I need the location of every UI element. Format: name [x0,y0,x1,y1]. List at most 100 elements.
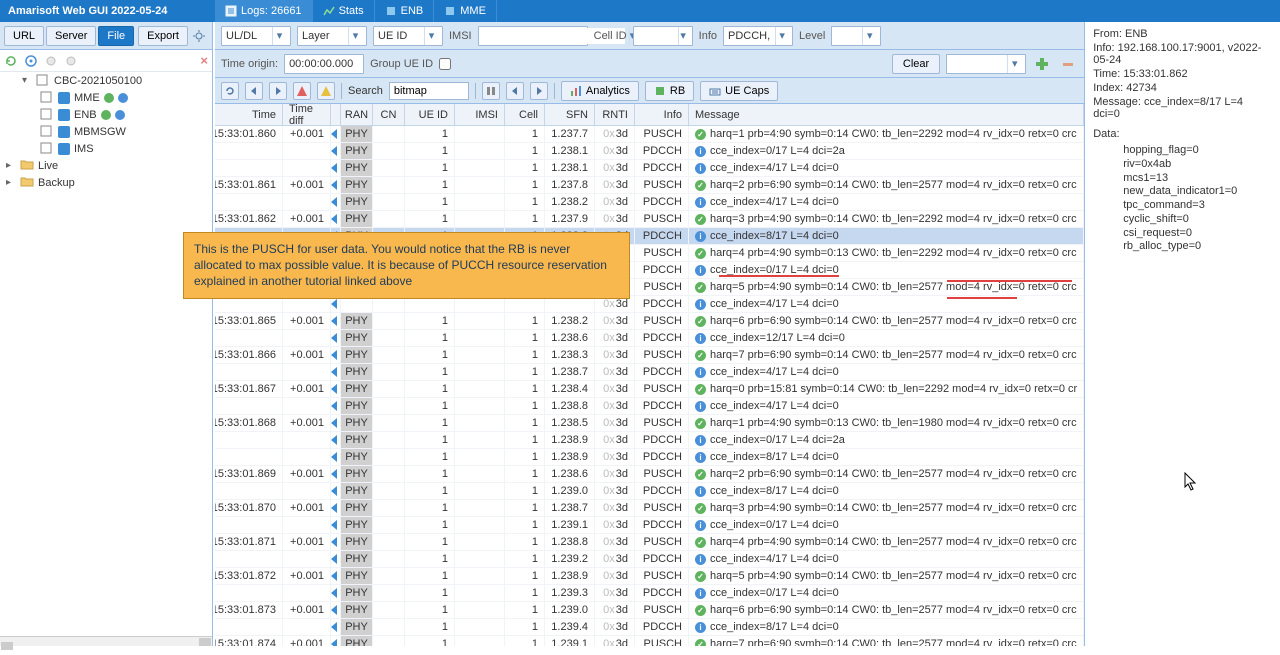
table-row[interactable]: PHY 1 1 1.238.8 0x3d PDCCH icce_index=4/… [215,398,1084,415]
nav-fwd-icon[interactable] [269,82,287,100]
col-msg[interactable]: Message [689,104,1084,125]
cell-rnti: 0x3d [595,568,635,584]
table-row[interactable]: 15:33:01.870 +0.001 PHY 1 1 1.238.7 0x3d… [215,500,1084,517]
table-row[interactable]: PHY 1 1 1.238.9 0x3d PDCCH icce_index=8/… [215,449,1084,466]
tree-toggle-icon[interactable]: ▾ [22,75,32,86]
cell-msg: icce_index=8/17 L=4 dci=0 [689,483,1084,499]
time-origin-field[interactable]: 00:00:00.000 [284,54,364,74]
table-row[interactable]: PHY 1 1 1.238.6 0x3d PDCCH icce_index=12… [215,330,1084,347]
uldl-combo[interactable]: UL/DL▾ [221,26,291,46]
chevron-down-icon[interactable]: ▾ [862,27,876,45]
chevron-down-icon[interactable]: ▾ [272,27,286,45]
cellid-input[interactable] [638,28,674,44]
tree-node-cbc[interactable]: ▾ CBC-2021050100 [0,72,212,89]
search-input[interactable] [389,82,469,100]
cellid-combo[interactable]: ▾ [633,26,693,46]
col-sfn[interactable]: SFN [545,104,595,125]
table-row[interactable]: 15:33:01.874 +0.001 PHY 1 1 1.239.1 0x3d… [215,636,1084,646]
server-button[interactable]: Server [46,26,96,46]
remove-filter-button[interactable] [1058,54,1078,74]
dot1-icon[interactable] [44,54,58,68]
table-row[interactable]: PHY 1 1 1.238.1 0x3d PDCCH icce_index=4/… [215,160,1084,177]
col-imsi[interactable]: IMSI [455,104,505,125]
tab-logs[interactable]: Logs: 26661 [215,0,313,22]
analytics-button[interactable]: Analytics [561,81,639,101]
find-prev-icon[interactable] [506,82,524,100]
col-ueid[interactable]: UE ID [405,104,455,125]
table-row[interactable]: PHY 1 1 1.238.1 0x3d PDCCH icce_index=0/… [215,143,1084,160]
find-next-icon[interactable] [530,82,548,100]
chevron-down-icon[interactable]: ▾ [424,27,438,45]
chevron-down-icon[interactable]: ▾ [348,27,362,45]
tree-folder-backup[interactable]: ▸ Backup [0,174,212,191]
tree-node-mbmsgw[interactable]: MBMSGW [0,123,212,140]
refresh-icon[interactable] [4,54,18,68]
table-row[interactable]: 15:33:01.865 +0.001 PHY 1 1 1.238.2 0x3d… [215,313,1084,330]
layer-combo[interactable]: Layer▾ [297,26,367,46]
tab-stats[interactable]: Stats [313,0,375,22]
tree-node-ims[interactable]: IMS [0,140,212,157]
tab-mme[interactable]: MME [434,0,497,22]
table-row[interactable]: 15:33:01.871 +0.001 PHY 1 1 1.238.8 0x3d… [215,534,1084,551]
col-time[interactable]: Time [215,104,283,125]
clear-combo[interactable]: ▾ [946,54,1026,74]
tree-toggle-icon[interactable]: ▸ [6,160,16,171]
table-row[interactable]: 15:33:01.868 +0.001 PHY 1 1 1.238.5 0x3d… [215,415,1084,432]
warn-red-icon[interactable] [293,82,311,100]
table-row[interactable]: 15:33:01.861 +0.001 PHY 1 1 1.237.8 0x3d… [215,177,1084,194]
col-cn[interactable]: CN [373,104,405,125]
cell-cell: 1 [505,381,545,397]
level-combo[interactable]: ▾ [831,26,881,46]
grid-body[interactable]: 15:33:01.860 +0.001 PHY 1 1 1.237.7 0x3d… [215,126,1084,646]
nav-reload-icon[interactable] [221,82,239,100]
table-row[interactable]: 15:33:01.873 +0.001 PHY 1 1 1.239.0 0x3d… [215,602,1084,619]
table-row[interactable]: 15:33:01.862 +0.001 PHY 1 1 1.237.9 0x3d… [215,211,1084,228]
tree-toggle-icon[interactable]: ▸ [6,177,16,188]
table-row[interactable]: 15:33:01.872 +0.001 PHY 1 1 1.238.9 0x3d… [215,568,1084,585]
group-ueid-checkbox[interactable] [439,58,451,70]
left-h-scrollbar[interactable] [0,636,212,646]
tree-node-enb[interactable]: ENB [0,106,212,123]
nav-back-icon[interactable] [245,82,263,100]
add-filter-button[interactable] [1032,54,1052,74]
tab-enb[interactable]: ENB [375,0,435,22]
table-row[interactable]: PHY 1 1 1.238.7 0x3d PDCCH icce_index=4/… [215,364,1084,381]
table-row[interactable]: PHY 1 1 1.239.1 0x3d PDCCH icce_index=0/… [215,517,1084,534]
close-icon[interactable]: × [200,53,208,68]
dot2-icon[interactable] [64,54,78,68]
tree-folder-live[interactable]: ▸ Live [0,157,212,174]
warn-yellow-icon[interactable] [317,82,335,100]
gear-icon[interactable] [190,26,208,46]
table-row[interactable]: 15:33:01.869 +0.001 PHY 1 1 1.238.6 0x3d… [215,466,1084,483]
grid-header: Time Time diff RAN CN UE ID IMSI Cell SF… [215,104,1084,126]
table-row[interactable]: PHY 1 1 1.239.3 0x3d PDCCH icce_index=0/… [215,585,1084,602]
chevron-down-icon[interactable]: ▾ [775,27,788,45]
info-combo[interactable]: PDCCH, PU▾ [723,26,793,46]
clear-button[interactable]: Clear [892,54,940,74]
col-ran[interactable]: RAN [341,104,373,125]
table-row[interactable]: PHY 1 1 1.238.2 0x3d PDCCH icce_index=4/… [215,194,1084,211]
table-row[interactable]: 15:33:01.867 +0.001 PHY 1 1 1.238.4 0x3d… [215,381,1084,398]
col-info[interactable]: Info [635,104,689,125]
imsi-combo[interactable]: ▾ [478,26,588,46]
disk-icon[interactable] [24,54,38,68]
chevron-down-icon[interactable]: ▾ [678,27,688,45]
col-cell[interactable]: Cell [505,104,545,125]
table-row[interactable]: PHY 1 1 1.238.9 0x3d PDCCH icce_index=0/… [215,432,1084,449]
table-row[interactable]: PHY 1 1 1.239.4 0x3d PDCCH icce_index=8/… [215,619,1084,636]
tree-node-mme[interactable]: MME [0,89,212,106]
ueid-combo[interactable]: UE ID▾ [373,26,443,46]
col-rnti[interactable]: RNTI [595,104,635,125]
chevron-down-icon[interactable]: ▾ [1007,55,1021,73]
uecaps-button[interactable]: UE Caps [700,81,778,101]
rb-button[interactable]: RB [645,81,694,101]
table-row[interactable]: 15:33:01.860 +0.001 PHY 1 1 1.237.7 0x3d… [215,126,1084,143]
table-row[interactable]: PHY 1 1 1.239.2 0x3d PDCCH icce_index=4/… [215,551,1084,568]
table-row[interactable]: PHY 1 1 1.239.0 0x3d PDCCH icce_index=8/… [215,483,1084,500]
file-button[interactable]: File [98,26,134,46]
url-button[interactable]: URL [4,26,44,46]
export-button[interactable]: Export [138,26,188,46]
find-icon[interactable] [482,82,500,100]
table-row[interactable]: 15:33:01.866 +0.001 PHY 1 1 1.238.3 0x3d… [215,347,1084,364]
col-timediff[interactable]: Time diff [283,104,331,125]
